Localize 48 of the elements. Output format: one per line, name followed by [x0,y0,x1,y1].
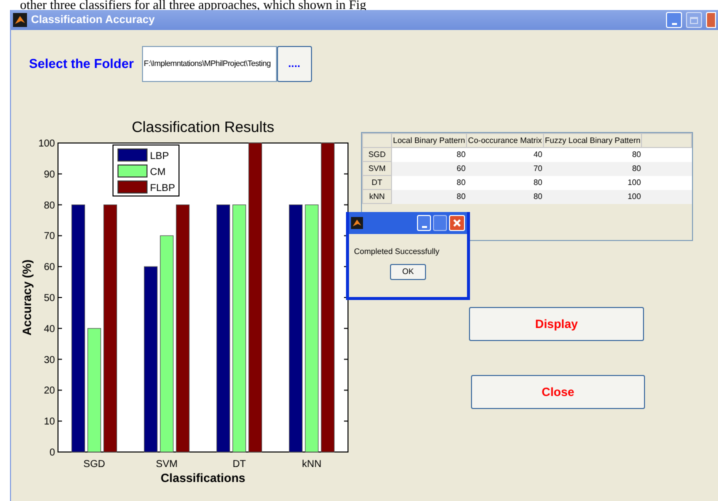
table-cell: 70 [466,162,544,176]
row-header: SGD [362,148,392,162]
table-cell: 80 [466,190,544,204]
tick-label: 10 [44,416,55,428]
folder-label: Select the Folder [29,55,134,74]
tick-label: 100 [38,138,55,150]
legend-label: FLBP [150,183,176,194]
window-title: Classification Accuracy [31,12,155,28]
tick-label: 60 [44,262,55,274]
table-cell: 80 [392,190,467,204]
table-cell: 40 [466,148,544,162]
tick-label: 20 [44,386,55,397]
chart-title: Classification Results [132,119,274,136]
row-header: DT [362,176,392,190]
column-header: Local Binary Pattern [392,134,467,148]
ok-button[interactable]: OK [390,264,426,280]
table-cell: 80 [392,176,467,190]
table-cell: 100 [543,190,642,204]
display-button[interactable]: Display [469,307,644,341]
y-axis-label: Accuracy (%) [20,259,34,336]
table-cell: 80 [543,148,642,162]
column-header: Co-occurance Matrix [466,134,544,148]
row-header: SVM [362,162,392,176]
tick-label: 90 [44,169,55,180]
tick-label: 40 [44,324,55,335]
tick-label: SGD [83,459,106,470]
tick-label: 70 [44,231,55,242]
tick-label: kNN [302,459,322,470]
tick-label: 50 [44,293,55,304]
table-cell: 80 [392,148,467,162]
dialog-message: Completed Successfully [353,246,440,258]
x-axis-label: Classifications [160,471,246,485]
close-button[interactable]: Close [471,375,645,409]
tick-label: 80 [44,200,55,212]
table-cell: 60 [392,162,467,176]
tick-label: 0 [49,448,55,458]
tick-label: SVM [156,459,178,470]
legend-label: CM [150,167,166,178]
tick-label: 30 [44,354,55,366]
column-header: Fuzzy Local Binary Pattern [543,134,642,148]
folder-path-field[interactable]: F:\Implemntations\MPhilProject\Testing [142,46,277,82]
table-cell: 80 [466,176,544,190]
browse-button[interactable]: .... [276,46,312,82]
table-cell: 100 [543,176,642,190]
row-header: kNN [362,190,392,204]
table-cell: 80 [543,162,642,176]
legend-label: LBP [150,151,169,162]
tick-label: DT [232,459,246,470]
